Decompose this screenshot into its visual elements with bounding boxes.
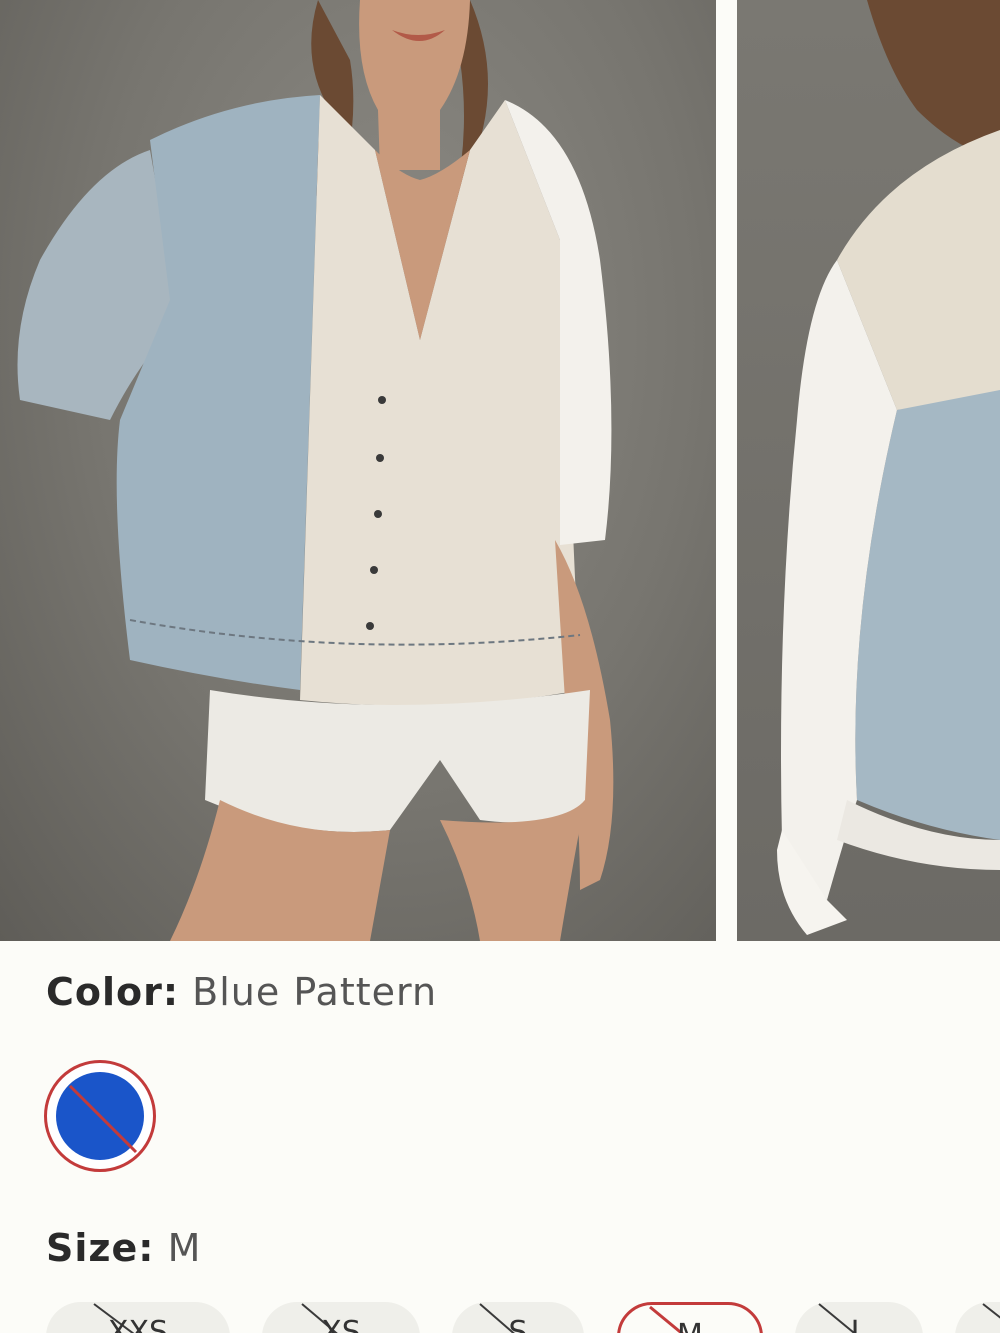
product-image-front[interactable] xyxy=(0,0,716,941)
color-label-row: Color: Blue Pattern xyxy=(46,970,437,1014)
size-option-label: S xyxy=(508,1315,528,1333)
size-option-s[interactable]: S xyxy=(452,1302,584,1333)
size-option-l[interactable]: L xyxy=(795,1302,923,1333)
size-label: Size: xyxy=(46,1226,155,1270)
size-options: XXS XS S M L XL xyxy=(0,1302,1000,1333)
selected-color-value: Blue Pattern xyxy=(192,970,438,1014)
size-option-xxs[interactable]: XXS xyxy=(46,1302,230,1333)
product-image-carousel[interactable] xyxy=(0,0,1000,941)
size-label-row: Size: M xyxy=(46,1226,201,1270)
unavailable-slash-icon xyxy=(68,1084,138,1154)
size-option-xs[interactable]: XS xyxy=(262,1302,420,1333)
size-option-label: M xyxy=(677,1305,703,1333)
front-photo-illustration xyxy=(17,0,614,941)
size-option-label: XXS xyxy=(107,1315,169,1333)
size-option-m[interactable]: M xyxy=(617,1302,763,1333)
selected-size-value: M xyxy=(167,1226,202,1270)
size-option-label: XS xyxy=(321,1315,361,1333)
color-label: Color: xyxy=(46,970,180,1014)
color-swatch-blue-pattern[interactable] xyxy=(44,1060,156,1172)
unavailable-slash-icon xyxy=(982,1303,1000,1319)
back-photo-illustration xyxy=(777,0,1000,935)
size-option-label: L xyxy=(850,1315,868,1333)
size-option-xl[interactable]: XL xyxy=(955,1302,1000,1333)
product-image-back[interactable] xyxy=(737,0,1000,941)
